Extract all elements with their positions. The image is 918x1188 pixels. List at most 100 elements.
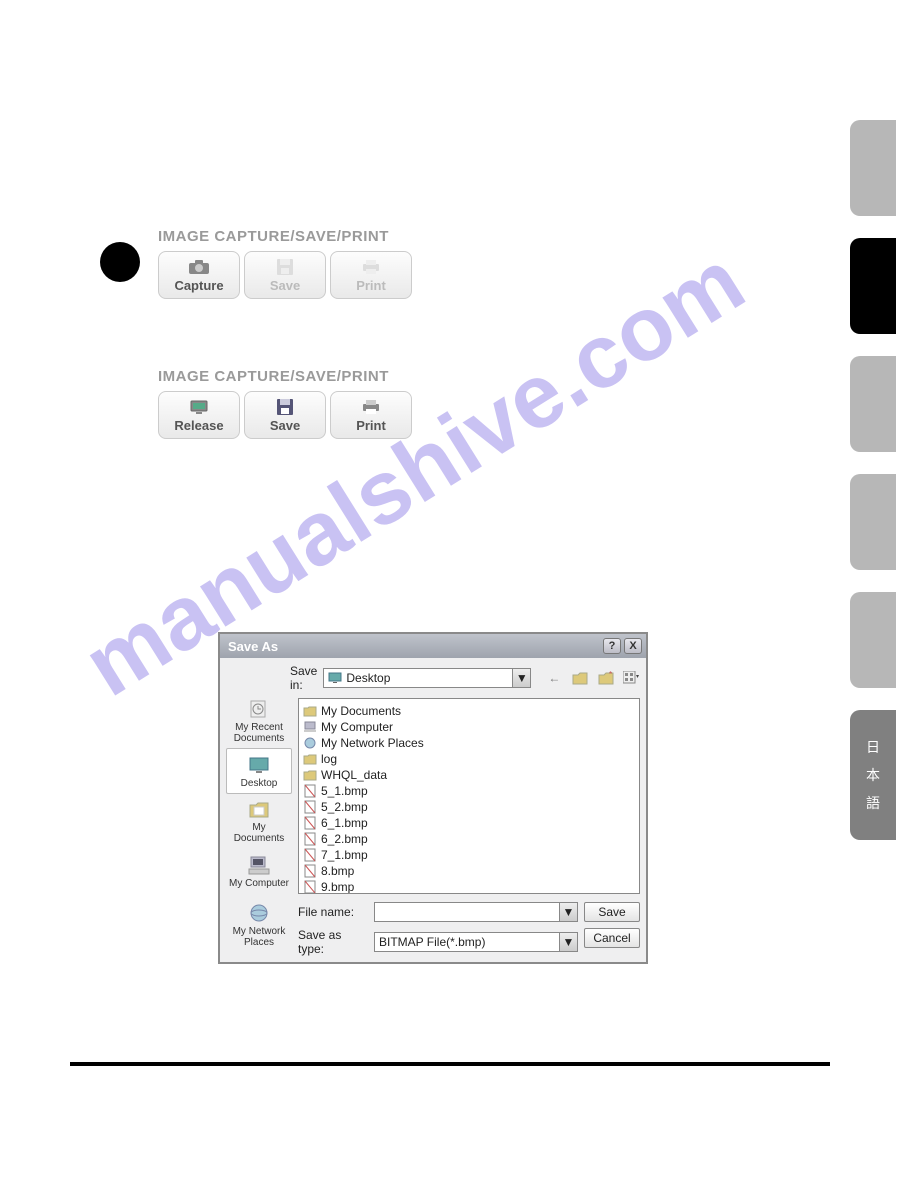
lang-char-1: 日 — [866, 737, 880, 757]
file-label: WHQL_data — [321, 768, 387, 782]
print-label-2: Print — [356, 418, 386, 433]
savein-label: Save in: — [290, 664, 317, 692]
save-button-disabled: Save — [244, 251, 326, 299]
side-tab-1 — [850, 120, 896, 216]
place-mycomp-label: My Computer — [229, 878, 289, 889]
filename-label: File name: — [298, 905, 368, 919]
saveastype-value: BITMAP File(*.bmp) — [379, 935, 485, 949]
monitor-icon — [188, 398, 210, 416]
file-label: 8.bmp — [321, 864, 354, 878]
panel-title-2: IMAGE CAPTURE/SAVE/PRINT — [158, 368, 412, 385]
file-label: 5_1.bmp — [321, 784, 368, 798]
print-label-1: Print — [356, 278, 386, 293]
printer-active-icon — [360, 398, 382, 416]
release-label: Release — [174, 418, 223, 433]
list-item[interactable]: My Documents — [303, 703, 635, 719]
place-desktop-label: Desktop — [241, 778, 278, 789]
place-desktop[interactable]: Desktop — [226, 748, 292, 794]
dropdown-arrow-icon: ▼ — [559, 933, 577, 951]
bullet-marker — [100, 242, 140, 282]
desktop-icon — [245, 754, 273, 776]
save-label-1: Save — [270, 278, 300, 293]
up-folder-icon[interactable] — [571, 669, 589, 687]
dropdown-arrow-icon: ▼ — [512, 669, 530, 687]
list-item[interactable]: 5_2.bmp — [303, 799, 635, 815]
list-item[interactable]: 7_1.bmp — [303, 847, 635, 863]
bmp-icon — [303, 864, 317, 878]
printer-icon — [360, 258, 382, 276]
side-tab-2-active — [850, 238, 896, 334]
save-button[interactable]: Save — [244, 391, 326, 439]
bmp-icon — [303, 800, 317, 814]
dialog-save-button[interactable]: Save — [584, 902, 640, 922]
lang-char-3: 語 — [866, 793, 880, 813]
recent-icon — [245, 698, 273, 720]
list-item[interactable]: My Network Places — [303, 735, 635, 751]
floppy-icon — [274, 258, 296, 276]
side-tabs: 日 本 語 — [850, 120, 896, 840]
side-tab-4 — [850, 474, 896, 570]
close-button[interactable]: X — [624, 638, 642, 654]
floppy-save-icon — [274, 398, 296, 416]
saveastype-combo[interactable]: BITMAP File(*.bmp) ▼ — [374, 932, 578, 952]
release-button[interactable]: Release — [158, 391, 240, 439]
list-item[interactable]: 6_2.bmp — [303, 831, 635, 847]
dialog-cancel-button[interactable]: Cancel — [584, 928, 640, 948]
dropdown-arrow-icon: ▼ — [559, 903, 577, 921]
list-item[interactable]: WHQL_data — [303, 767, 635, 783]
list-item[interactable]: 5_1.bmp — [303, 783, 635, 799]
list-item[interactable]: 8.bmp — [303, 863, 635, 879]
list-item[interactable]: log — [303, 751, 635, 767]
new-folder-icon[interactable]: * — [597, 669, 615, 687]
print-button-disabled: Print — [330, 251, 412, 299]
list-item[interactable]: My Computer — [303, 719, 635, 735]
place-mydocs[interactable]: My Documents — [226, 798, 292, 844]
save-as-dialog: Save As ? X Save in: Desktop ▼ ← * — [218, 632, 648, 964]
place-network[interactable]: My Network Places — [226, 902, 292, 948]
panel-title-1: IMAGE CAPTURE/SAVE/PRINT — [158, 228, 412, 245]
capture-label: Capture — [174, 278, 223, 293]
dialog-title: Save As — [228, 639, 278, 654]
view-menu-icon[interactable] — [623, 669, 641, 687]
file-label: My Documents — [321, 704, 401, 718]
mycomp-icon — [245, 854, 273, 876]
network-icon — [303, 736, 317, 750]
place-network-label: My Network Places — [226, 926, 292, 948]
help-button[interactable]: ? — [603, 638, 621, 654]
panel-capture-1: IMAGE CAPTURE/SAVE/PRINT Capture Save Pr… — [158, 228, 412, 299]
bmp-icon — [303, 784, 317, 798]
file-list[interactable]: My Documents My Computer My Network Plac… — [298, 698, 640, 894]
savein-value: Desktop — [346, 671, 390, 685]
side-tab-3 — [850, 356, 896, 452]
desktop-small-icon — [328, 672, 342, 684]
back-icon[interactable]: ← — [545, 669, 563, 687]
bmp-icon — [303, 880, 317, 894]
place-mydocs-label: My Documents — [226, 822, 292, 844]
file-label: 5_2.bmp — [321, 800, 368, 814]
file-label: log — [321, 752, 337, 766]
dialog-titlebar: Save As ? X — [220, 634, 646, 658]
place-mycomp[interactable]: My Computer — [226, 848, 292, 894]
filename-input[interactable]: ▼ — [374, 902, 578, 922]
file-label: 6_1.bmp — [321, 816, 368, 830]
panel-capture-2: IMAGE CAPTURE/SAVE/PRINT Release Save Pr… — [158, 368, 412, 439]
savein-combo[interactable]: Desktop ▼ — [323, 668, 531, 688]
camera-icon — [188, 258, 210, 276]
print-button[interactable]: Print — [330, 391, 412, 439]
network-places-icon — [245, 902, 273, 924]
folder-icon — [303, 752, 317, 766]
capture-button[interactable]: Capture — [158, 251, 240, 299]
bmp-icon — [303, 816, 317, 830]
list-item[interactable]: 9.bmp — [303, 879, 635, 894]
file-label: My Network Places — [321, 736, 424, 750]
horizontal-rule — [70, 1062, 830, 1066]
side-tab-language: 日 本 語 — [850, 710, 896, 840]
svg-text:*: * — [609, 671, 612, 679]
places-bar: My Recent Documents Desktop My Documents — [226, 698, 292, 894]
place-recent[interactable]: My Recent Documents — [226, 698, 292, 744]
place-recent-label: My Recent Documents — [226, 722, 292, 744]
list-item[interactable]: 6_1.bmp — [303, 815, 635, 831]
folder-icon — [303, 704, 317, 718]
computer-icon — [303, 720, 317, 734]
mydocs-icon — [245, 798, 273, 820]
